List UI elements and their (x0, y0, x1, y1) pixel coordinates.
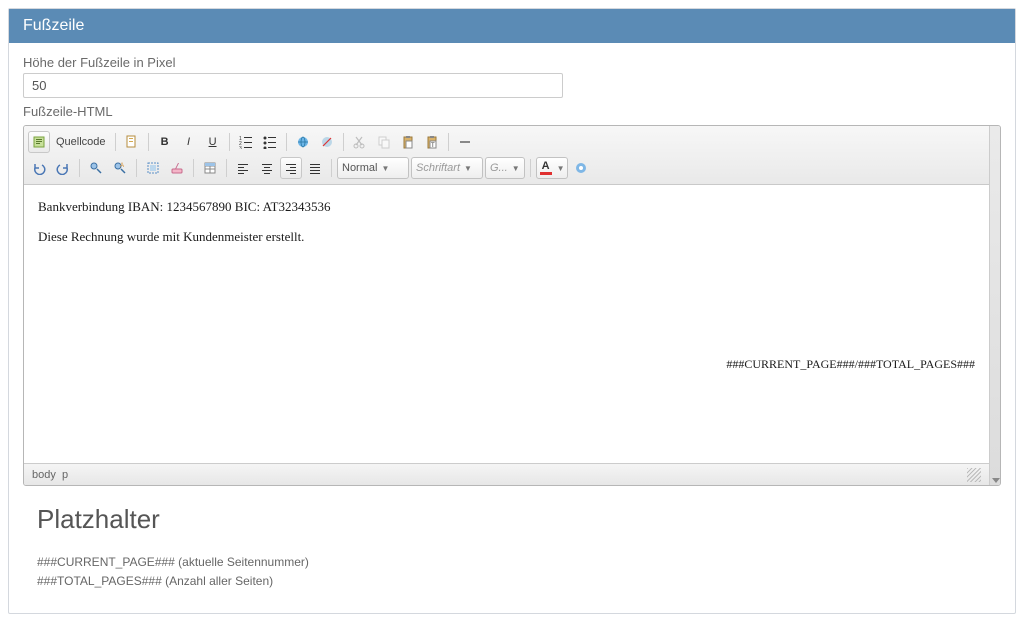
editor-toolbar: Quellcode B I U 123 (24, 126, 989, 185)
format-combo[interactable]: Normal ▼ (337, 157, 409, 179)
templates-icon[interactable] (121, 131, 143, 153)
format-combo-label: Normal (342, 162, 377, 174)
svg-text:A: A (120, 163, 124, 169)
separator (530, 159, 531, 177)
underline-button[interactable]: U (202, 131, 224, 153)
placeholders-heading: Platzhalter (37, 504, 987, 535)
font-combo[interactable]: Schriftart ▼ (411, 157, 483, 179)
table-button[interactable] (199, 157, 221, 179)
cut-button[interactable] (349, 131, 371, 153)
align-justify-button[interactable] (304, 157, 326, 179)
redo-button[interactable] (52, 157, 74, 179)
placeholder-total-pages: ###TOTAL_PAGES### (Anzahl aller Seiten) (37, 572, 987, 591)
numbered-list-button[interactable]: 123 (235, 131, 257, 153)
placeholders-section: Platzhalter ###CURRENT_PAGE### (aktuelle… (23, 486, 1001, 601)
editor-status-bar: body p (24, 463, 989, 485)
separator (331, 159, 332, 177)
separator (448, 133, 449, 151)
separator (148, 133, 149, 151)
svg-text:T: T (431, 143, 435, 149)
chevron-down-icon: ▼ (512, 164, 520, 173)
chevron-down-icon: ▼ (464, 164, 472, 173)
select-all-button[interactable] (142, 157, 164, 179)
align-left-button[interactable] (232, 157, 254, 179)
resize-grip-icon[interactable] (967, 468, 981, 482)
find-button[interactable] (85, 157, 107, 179)
copy-button[interactable] (373, 131, 395, 153)
horizontal-rule-button[interactable] (454, 131, 476, 153)
separator (136, 159, 137, 177)
source-button[interactable]: Quellcode (52, 136, 110, 148)
editor-content-area[interactable]: Bankverbindung IBAN: 1234567890 BIC: AT3… (24, 185, 989, 463)
toolbar-collapse-rail[interactable] (989, 126, 1000, 485)
align-center-button[interactable] (256, 157, 278, 179)
separator (193, 159, 194, 177)
svg-text:3: 3 (239, 146, 242, 149)
paste-button[interactable] (397, 131, 419, 153)
editor-line-1: Bankverbindung IBAN: 1234567890 BIC: AT3… (38, 197, 975, 217)
replace-button[interactable]: A (109, 157, 131, 179)
bold-button[interactable]: B (154, 131, 176, 153)
separator (79, 159, 80, 177)
height-input[interactable] (23, 73, 563, 98)
panel-body: Höhe der Fußzeile in Pixel Fußzeile-HTML… (9, 43, 1015, 613)
font-combo-label: Schriftart (416, 162, 460, 174)
toolbar-row-1: Quellcode B I U 123 (28, 129, 985, 155)
chevron-down-icon: ▼ (381, 164, 389, 173)
special-char-button[interactable] (570, 157, 592, 179)
separator (343, 133, 344, 151)
link-button[interactable] (292, 131, 314, 153)
path-p[interactable]: p (62, 469, 68, 481)
remove-format-button[interactable] (166, 157, 188, 179)
fontsize-combo-label: G... (490, 162, 508, 174)
separator (226, 159, 227, 177)
placeholder-current-page: ###CURRENT_PAGE### (aktuelle Seitennumme… (37, 553, 987, 572)
page-number-token: ###CURRENT_PAGE###/###TOTAL_PAGES### (726, 355, 975, 373)
chevron-down-icon: ▼ (557, 164, 565, 173)
collapse-icon (992, 478, 1000, 483)
rich-text-editor: Quellcode B I U 123 (23, 125, 1001, 486)
fontsize-combo[interactable]: G... ▼ (485, 157, 525, 179)
path-body[interactable]: body (32, 469, 56, 481)
separator (229, 133, 230, 151)
source-icon[interactable] (28, 131, 50, 153)
italic-button[interactable]: I (178, 131, 200, 153)
align-right-button[interactable] (280, 157, 302, 179)
separator (115, 133, 116, 151)
toolbar-row-2: A (28, 155, 985, 181)
height-label: Höhe der Fußzeile in Pixel (23, 55, 1001, 70)
panel-title: Fußzeile (9, 9, 1015, 43)
paste-text-button[interactable]: T (421, 131, 443, 153)
separator (286, 133, 287, 151)
unlink-button[interactable] (316, 131, 338, 153)
footer-config-panel: Fußzeile Höhe der Fußzeile in Pixel Fußz… (8, 8, 1016, 614)
html-editor-label: Fußzeile-HTML (23, 104, 1001, 119)
bullet-list-button[interactable] (259, 131, 281, 153)
text-color-button[interactable]: A ▼ (536, 157, 568, 179)
element-path[interactable]: body p (32, 469, 68, 481)
undo-button[interactable] (28, 157, 50, 179)
editor-line-2: Diese Rechnung wurde mit Kundenmeister e… (38, 227, 975, 247)
